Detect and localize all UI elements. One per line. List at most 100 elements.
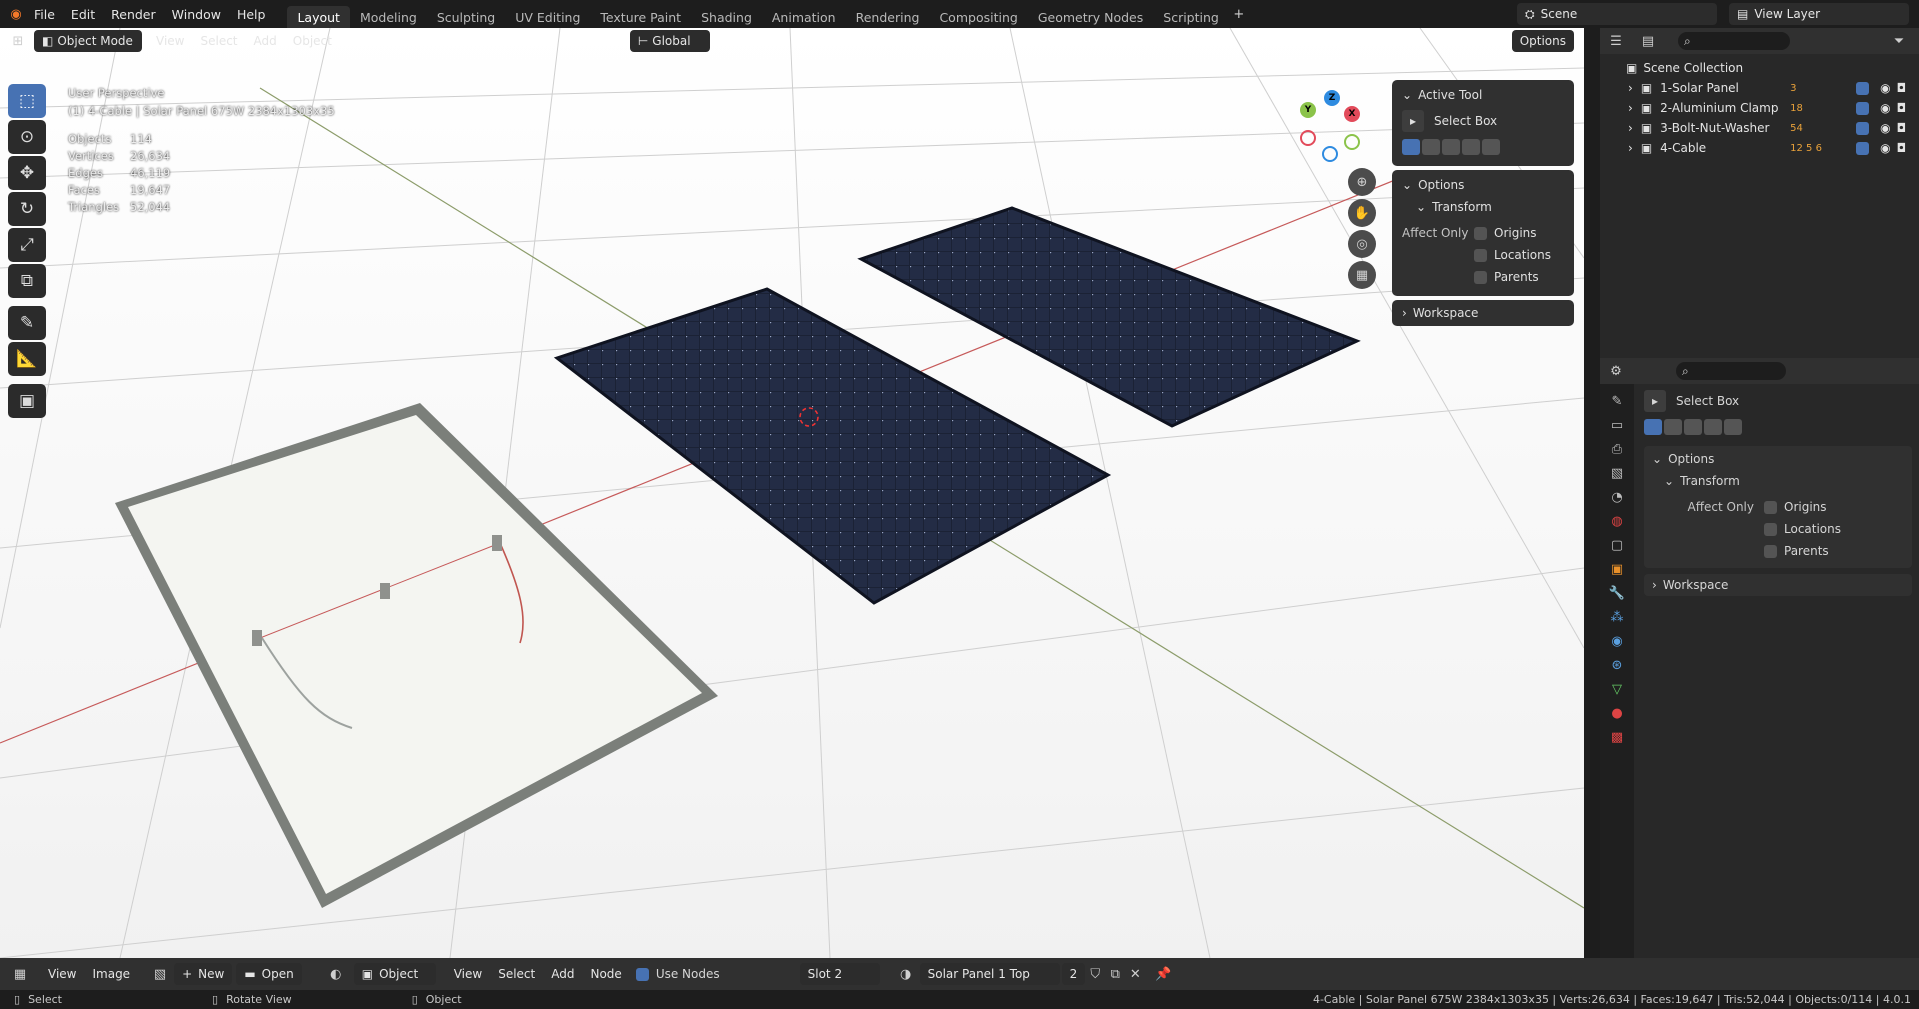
render-tab-icon[interactable]: ▭ (1611, 418, 1623, 433)
object-type-selector[interactable]: ▣ Object (353, 963, 436, 985)
cursor-icon[interactable]: ⊙ (8, 120, 46, 154)
outliner-row[interactable]: › ▣ 3-Bolt-Nut-Washer 54 ◉ ◘ (1600, 118, 1919, 138)
outliner-search-input[interactable]: ⌕ (1678, 32, 1790, 50)
exclude-checkbox[interactable] (1856, 81, 1870, 95)
workspace-tab-geometry-nodes[interactable]: Geometry Nodes (1028, 6, 1153, 28)
material-tab-icon[interactable]: ● (1611, 706, 1622, 721)
viewport-menu-select[interactable]: Select (192, 28, 245, 55)
origins-checkbox[interactable] (1764, 500, 1777, 514)
3d-viewport[interactable]: ⊞ ◧ Object Mode View Select Add Object ⊢ Gl… (0, 28, 1584, 958)
world-tab-icon[interactable]: ◍ (1611, 514, 1622, 529)
workspace-tab-modeling[interactable]: Modeling (350, 6, 427, 28)
viewport-menu-view[interactable]: View (148, 28, 192, 55)
workspace-tab-texture-paint[interactable]: Texture Paint (590, 6, 691, 28)
transform-header[interactable]: ⌄ Transform (1652, 470, 1904, 492)
outliner-row[interactable]: › ▣ 1-Solar Panel 3 ◉ ◘ (1600, 78, 1919, 98)
mode-selector[interactable]: ◧ Object Mode (34, 30, 142, 52)
scale-icon[interactable]: ⤢ (8, 228, 46, 262)
exclude-checkbox[interactable] (1856, 141, 1870, 155)
texture-tab-icon[interactable]: ▩ (1611, 730, 1623, 745)
workspace-panel[interactable]: › Workspace (1392, 300, 1574, 326)
output-tab-icon[interactable]: ⎙ (1612, 442, 1622, 457)
chevron-right-icon[interactable]: › (1628, 141, 1633, 155)
chevron-right-icon[interactable]: › (1628, 101, 1633, 115)
active-tool-header[interactable]: ⌄ Active Tool (1402, 84, 1564, 106)
menu-help[interactable]: Help (229, 0, 274, 28)
scene-collection-row[interactable]: ▣ Scene Collection (1600, 58, 1919, 78)
open-image-button[interactable]: ▬ Open (236, 963, 302, 985)
options-button[interactable]: Options (1511, 30, 1574, 52)
eye-icon[interactable]: ◉ (1880, 81, 1890, 95)
neg-x-axis-icon[interactable] (1300, 130, 1316, 146)
image-browse-icon[interactable]: ▧ (150, 964, 170, 984)
menu-window[interactable]: Window (164, 0, 229, 28)
parents-checkbox[interactable] (1474, 270, 1487, 284)
render-camera-icon[interactable]: ◘ (1897, 101, 1907, 115)
constraints-tab-icon[interactable]: ⊛ (1612, 658, 1623, 673)
workspace-tab-scripting[interactable]: Scripting (1153, 6, 1229, 28)
exclude-checkbox[interactable] (1856, 101, 1870, 115)
workspace-tab-compositing[interactable]: Compositing (929, 6, 1027, 28)
y-axis-icon[interactable]: Y (1300, 102, 1316, 118)
workspace-tab-uv-editing[interactable]: UV Editing (505, 6, 590, 28)
neg-y-axis-icon[interactable] (1344, 134, 1360, 150)
fake-user-icon[interactable]: ⛉ (1085, 964, 1105, 984)
properties-type-icon[interactable]: ⚙ (1606, 361, 1626, 381)
object-tab-icon[interactable]: ▣ (1611, 562, 1623, 577)
menu-file[interactable]: File (26, 0, 63, 28)
workspace-tab-rendering[interactable]: Rendering (846, 6, 930, 28)
modifier-tab-icon[interactable]: 🔧 (1609, 586, 1625, 601)
origins-checkbox[interactable] (1474, 226, 1487, 240)
workspace-panel[interactable]: › Workspace (1644, 574, 1912, 596)
particles-tab-icon[interactable]: ⁂ (1611, 610, 1624, 625)
outliner-row[interactable]: › ▣ 4-Cable 12 5 6 ◉ ◘ (1600, 138, 1919, 158)
editor-type-icon[interactable]: ⊞ (8, 31, 28, 51)
material-name-field[interactable]: Solar Panel 1 Top (919, 963, 1060, 985)
select-box-icon[interactable]: ⬚ (8, 84, 46, 118)
workspace-tab-shading[interactable]: Shading (691, 6, 762, 28)
selection-mode-icons[interactable] (1402, 136, 1564, 158)
material-browse-icon[interactable]: ◑ (896, 964, 916, 984)
node-menu-add[interactable]: Add (543, 960, 582, 988)
scene-tab-icon[interactable]: ◔ (1611, 490, 1622, 505)
transform-header[interactable]: ⌄ Transform (1402, 196, 1564, 218)
image-menu-view[interactable]: View (40, 960, 84, 988)
exclude-checkbox[interactable] (1856, 121, 1870, 135)
move-icon[interactable]: ✥ (8, 156, 46, 190)
collection-tab-icon[interactable]: ▢ (1611, 538, 1623, 553)
view-layer-tab-icon[interactable]: ▧ (1611, 466, 1623, 481)
render-camera-icon[interactable]: ◘ (1897, 121, 1907, 135)
parents-checkbox[interactable] (1764, 544, 1777, 558)
node-menu-select[interactable]: Select (490, 960, 543, 988)
viewport-menu-object[interactable]: Object (285, 28, 340, 55)
workspace-tab-sculpting[interactable]: Sculpting (427, 6, 505, 28)
eye-icon[interactable]: ◉ (1880, 101, 1890, 115)
pan-hand-icon[interactable]: ✋ (1348, 199, 1376, 227)
node-menu-view[interactable]: View (446, 960, 490, 988)
workspace-tab-layout[interactable]: Layout (287, 6, 350, 28)
options-header[interactable]: ⌄ Options (1652, 448, 1904, 470)
use-nodes-toggle[interactable]: Use Nodes (635, 967, 720, 981)
rotate-icon[interactable]: ↻ (8, 192, 46, 226)
zoom-icon[interactable]: ⊕ (1348, 168, 1376, 196)
measure-icon[interactable]: 📐 (8, 342, 46, 376)
outliner-type-icon[interactable]: ☰ (1606, 31, 1626, 51)
shader-type-icon[interactable]: ◐ (326, 964, 346, 984)
render-camera-icon[interactable]: ◘ (1897, 81, 1907, 95)
menu-edit[interactable]: Edit (63, 0, 103, 28)
x-axis-icon[interactable]: X (1344, 106, 1360, 122)
physics-tab-icon[interactable]: ◉ (1611, 634, 1622, 649)
slot-selector[interactable]: Slot 2 (799, 963, 880, 985)
image-menu-image[interactable]: Image (84, 960, 138, 988)
editor-type-icon[interactable]: ▦ (10, 964, 30, 984)
properties-search-input[interactable]: ⌕ (1676, 362, 1786, 380)
tool-tab-icon[interactable]: ✎ (1612, 394, 1623, 409)
transform-icon[interactable]: ⧉ (8, 264, 46, 298)
unlink-material-icon[interactable]: ✕ (1125, 964, 1145, 984)
add-workspace-icon[interactable]: + (1229, 4, 1249, 24)
node-menu-node[interactable]: Node (582, 960, 629, 988)
z-axis-icon[interactable]: Z (1324, 90, 1340, 106)
scene-selector[interactable]: ⛭ Scene (1517, 3, 1717, 25)
outliner-row[interactable]: › ▣ 2-Aluminium Clamp 18 ◉ ◘ (1600, 98, 1919, 118)
blender-logo-icon[interactable]: ◉ (6, 4, 26, 24)
